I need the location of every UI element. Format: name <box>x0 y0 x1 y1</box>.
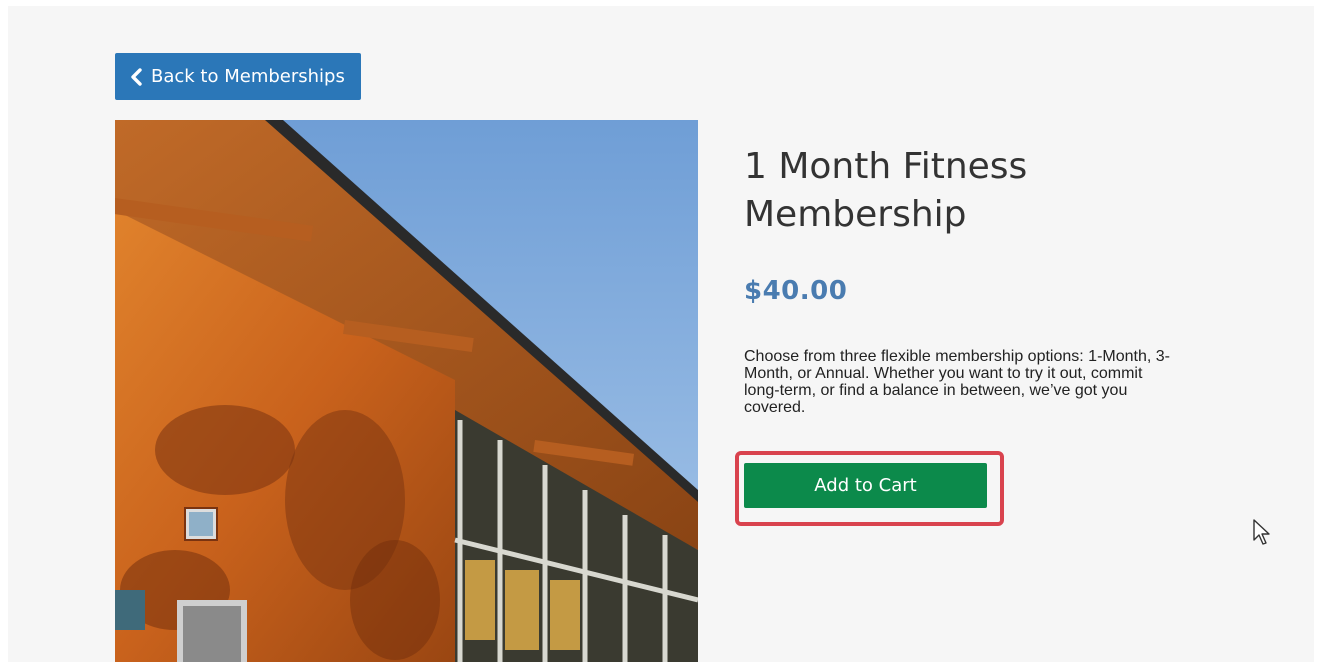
chevron-left-icon <box>131 67 142 86</box>
back-to-memberships-button[interactable]: Back to Memberships <box>115 53 361 100</box>
add-to-cart-button[interactable]: Add to Cart <box>744 463 987 508</box>
back-button-label: Back to Memberships <box>151 66 345 87</box>
mouse-pointer-icon <box>1253 519 1270 545</box>
product-title: 1 Month Fitness Membership <box>744 146 1028 235</box>
product-price: $40.00 <box>744 276 848 306</box>
product-image <box>115 120 698 662</box>
product-description: Choose from three flexible membership op… <box>744 348 1170 416</box>
building-photo <box>115 120 698 662</box>
